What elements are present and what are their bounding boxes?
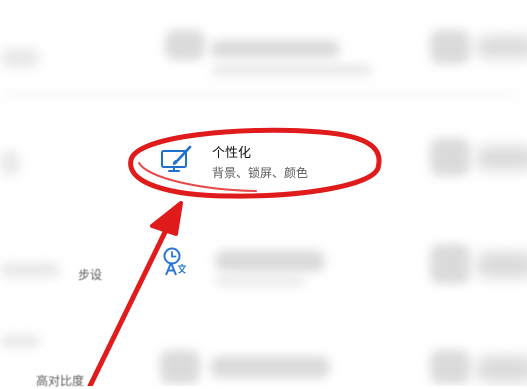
blurred-text [215,250,325,272]
blurred-text [210,356,330,378]
blurred-text [0,334,40,348]
blurred-text [0,48,40,68]
blurred-text [476,356,527,382]
personalization-title: 个性化 [212,146,252,161]
blurred-text [0,262,60,278]
blurred-text [476,36,527,58]
blurred-icon [430,138,470,176]
blurred-divider [0,92,520,98]
paint-screen-icon [158,142,194,178]
blurred-icon [430,350,470,384]
blurred-icon [430,244,470,284]
sidebar-item-high-contrast[interactable]: 高对比度 [36,372,84,389]
clock-language-icon[interactable] [160,246,188,276]
blurred-text [210,40,340,58]
blurred-text [212,64,372,76]
blurred-text [0,150,20,176]
blurred-background [0,0,527,386]
blurred-icon [165,30,205,60]
blurred-text [476,146,527,170]
blurred-icon [160,350,200,384]
settings-tile-personalization[interactable]: 个性化 背景、锁屏、颜色 [158,142,308,181]
blurred-icon [430,30,470,64]
blurred-text [215,276,305,286]
personalization-subtitle: 背景、锁屏、颜色 [212,166,309,180]
blurred-text [476,252,527,278]
sidebar-item-sync-settings[interactable]: 步设 [78,266,102,283]
